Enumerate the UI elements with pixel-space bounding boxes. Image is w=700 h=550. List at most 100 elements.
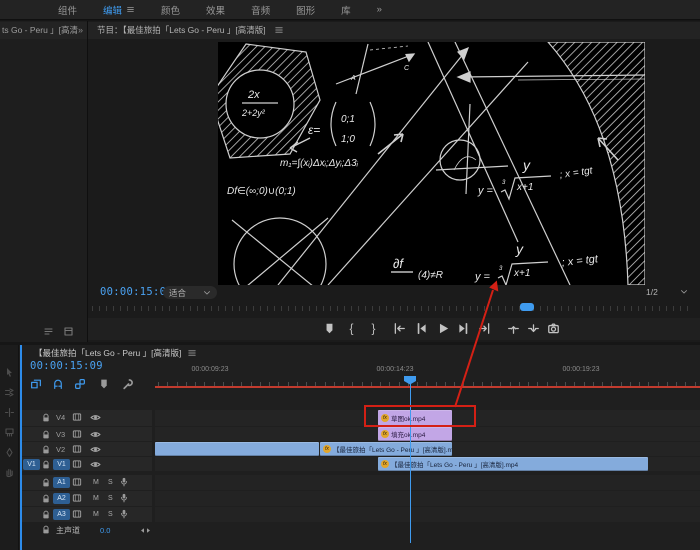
sync-lock-icon[interactable]	[72, 509, 82, 519]
clip-【最佳旅拍「Lets Go - Peru 」[高清版].mp4[interactable]: fx【最佳旅拍「Lets Go - Peru 」[高清版].mp4	[320, 442, 452, 456]
sync-lock-icon[interactable]	[72, 444, 82, 454]
sync-lock-icon[interactable]	[72, 493, 82, 503]
project-panel-tab[interactable]: ts Go - Peru 」[高清	[0, 22, 87, 39]
program-video-frame[interactable]: 2x 2+2y² A C ε= 0;1 1;0 m₁=∫(xᵢ)Δxᵢ;Δyᵢ;…	[218, 42, 645, 285]
menu-item-组件[interactable]: 组件	[58, 3, 77, 17]
sync-lock-icon[interactable]	[72, 477, 82, 487]
solo-button-A3[interactable]: S	[108, 511, 113, 518]
lock-icon[interactable]	[41, 413, 51, 423]
scrubber-tick	[624, 306, 625, 311]
eye-icon[interactable]	[90, 444, 101, 455]
timeline-timecode[interactable]: 00:00:15:09	[30, 360, 103, 372]
program-scrubber[interactable]	[90, 302, 696, 315]
eye-icon[interactable]	[90, 412, 101, 423]
program-timecode[interactable]: 00:00:15:09	[100, 286, 173, 298]
snap-icon[interactable]	[52, 378, 64, 390]
mute-button-A1[interactable]: M	[93, 479, 99, 486]
mic-icon[interactable]	[119, 477, 129, 487]
track-content-A2[interactable]	[155, 491, 700, 506]
track-target-V1[interactable]: V1	[53, 459, 70, 470]
panel-menu-icon[interactable]	[274, 25, 284, 35]
eye-icon[interactable]	[90, 429, 101, 440]
sync-lock-icon[interactable]	[72, 459, 82, 469]
clip-填充ok.mp4[interactable]: fx填充ok.mp4	[378, 427, 452, 441]
master-level-value[interactable]: 0.0	[100, 526, 110, 535]
eye-icon[interactable]	[90, 459, 101, 470]
step-forward-icon[interactable]	[457, 322, 470, 335]
formula-m: m₁=∫(xᵢ)Δxᵢ;Δyᵢ;Δ3ᵢ	[280, 158, 359, 169]
menu-item-颜色[interactable]: 颜色	[161, 3, 180, 17]
chevron-down-icon	[203, 289, 211, 297]
sync-lock-icon[interactable]	[72, 429, 82, 439]
sync-lock-icon[interactable]	[72, 412, 82, 422]
scrubber-tick	[386, 306, 387, 311]
program-monitor-tab[interactable]: 节目：【最佳旅拍「Lets Go - Peru 」[高清版]	[88, 22, 700, 39]
menu-item-音频[interactable]: 音频	[251, 3, 270, 17]
track-select-tool-icon[interactable]	[4, 387, 15, 398]
add-marker-icon[interactable]	[98, 378, 110, 390]
fit-dropdown[interactable]: 适合	[163, 286, 217, 299]
mic-icon[interactable]	[119, 493, 129, 503]
solo-button-A1[interactable]: S	[108, 479, 113, 486]
lock-icon[interactable]	[41, 478, 51, 488]
linked-selection-icon[interactable]	[74, 378, 86, 390]
menu-item-编辑[interactable]: 编辑	[103, 3, 135, 17]
formula-partial: ∂f	[393, 256, 404, 271]
resolution-dropdown[interactable]: 1/2	[646, 287, 688, 297]
selection-tool-icon[interactable]	[4, 367, 15, 378]
solo-button-A2[interactable]: S	[108, 495, 113, 502]
mic-icon[interactable]	[119, 509, 129, 519]
mark-in-icon[interactable]: {	[345, 322, 358, 335]
step-back-icon[interactable]	[415, 322, 428, 335]
play-icon[interactable]	[437, 322, 450, 335]
go-to-out-icon[interactable]	[478, 322, 491, 335]
keyframe-nav-icon[interactable]	[140, 525, 151, 536]
clip-unnamed[interactable]	[155, 442, 319, 456]
track-content-A1[interactable]	[155, 475, 700, 490]
scrubber-tick	[379, 306, 380, 311]
workspace-menu-icon[interactable]	[126, 5, 135, 14]
track-target-A2[interactable]: A2	[53, 493, 70, 504]
new-item-icon[interactable]	[63, 326, 74, 337]
nest-icon[interactable]	[30, 378, 42, 390]
menu-item-效果[interactable]: 效果	[206, 3, 225, 17]
lock-icon[interactable]	[41, 510, 51, 520]
automate-to-sequence-icon[interactable]	[43, 326, 54, 337]
lock-icon[interactable]	[41, 525, 51, 535]
hand-tool-icon[interactable]	[4, 467, 15, 478]
menu-item-图形[interactable]: 图形	[296, 3, 315, 17]
go-to-in-icon[interactable]	[393, 322, 406, 335]
chevron-down-icon	[680, 288, 688, 296]
scrubber-playhead[interactable]	[520, 303, 534, 311]
source-patch-V1[interactable]: V1	[23, 459, 40, 470]
menubar-overflow[interactable]: »	[377, 4, 382, 15]
mark-out-icon[interactable]: }	[367, 322, 380, 335]
track-target-A3[interactable]: A3	[53, 509, 70, 520]
razor-tool-icon[interactable]	[4, 427, 15, 438]
lift-icon[interactable]	[507, 322, 520, 335]
panel-overflow[interactable]: »	[78, 25, 83, 35]
pen-tool-icon[interactable]	[4, 447, 15, 458]
mute-button-A2[interactable]: M	[93, 495, 99, 502]
clip-【最佳旅拍「Lets Go - Peru 」[高清版].mp4[interactable]: fx【最佳旅拍「Lets Go - Peru 」[高清版].mp4	[378, 457, 648, 471]
panel-menu-icon[interactable]	[187, 348, 197, 358]
lock-icon[interactable]	[41, 430, 51, 440]
playhead-head[interactable]	[404, 376, 417, 385]
export-frame-icon[interactable]	[547, 322, 560, 335]
track-content-A3[interactable]	[155, 507, 700, 522]
track-label-V3[interactable]: V3	[56, 430, 65, 439]
lock-icon[interactable]	[41, 494, 51, 504]
extract-icon[interactable]	[527, 322, 540, 335]
timeline-settings-icon[interactable]	[122, 378, 134, 390]
ripple-edit-tool-icon[interactable]	[4, 407, 15, 418]
track-target-A1[interactable]: A1	[53, 477, 70, 488]
playhead[interactable]	[410, 376, 411, 543]
mute-button-A3[interactable]: M	[93, 511, 99, 518]
lock-icon[interactable]	[41, 460, 51, 470]
lock-icon[interactable]	[41, 445, 51, 455]
track-label-V2[interactable]: V2	[56, 445, 65, 454]
menu-item-库[interactable]: 库	[341, 3, 351, 17]
fit-dropdown-value: 适合	[169, 287, 186, 299]
track-label-V4[interactable]: V4	[56, 413, 65, 422]
add-marker-icon[interactable]	[323, 322, 336, 335]
